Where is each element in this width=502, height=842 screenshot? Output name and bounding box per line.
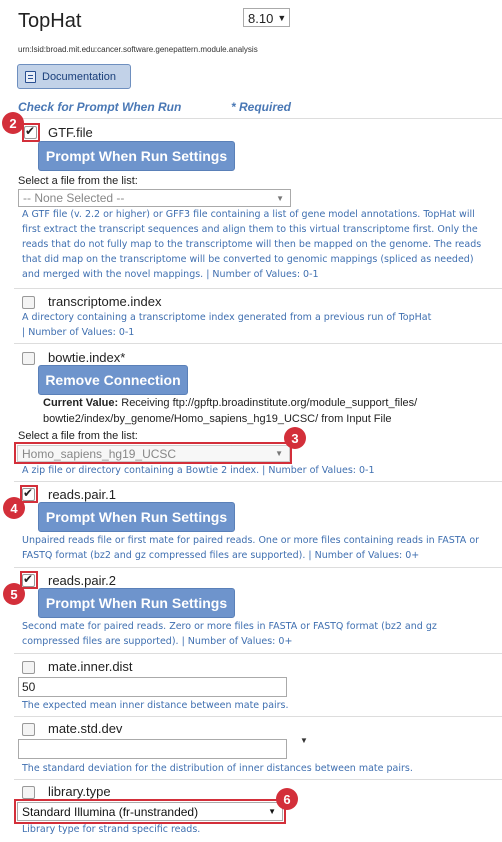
desc-line: that did map on the transcriptome will b… [22, 254, 474, 265]
gtf-description: A GTF file (v. 2.2 or higher) or GFF3 fi… [22, 207, 500, 282]
transcriptome-prompt-checkbox[interactable] [22, 296, 35, 309]
pair1-description: Unpaired reads file or first mate for pa… [22, 533, 500, 563]
pair2-prompt-checkbox[interactable] [22, 572, 35, 587]
bowtie-select-value: Homo_sapiens_hg19_UCSC [22, 446, 177, 461]
current-value-text-2: bowtie2/index/by_genome/Homo_sapiens_hg1… [43, 413, 392, 425]
divider [14, 343, 502, 344]
inner-description: The expected mean inner distance between… [22, 698, 492, 713]
stddev-description: The standard deviation for the distribut… [22, 761, 500, 776]
divider [14, 288, 502, 289]
version-value: 8.10 [248, 10, 274, 26]
callout-badge-5: 5 [3, 583, 25, 605]
stddev-prompt-checkbox[interactable] [22, 723, 35, 736]
desc-line: A GTF file (v. 2.2 or higher) or GFF3 fi… [22, 209, 475, 220]
desc-line: FASTQ format (bz2 and gz compressed file… [22, 550, 420, 561]
transcriptome-description: A directory containing a transcriptome i… [22, 310, 492, 340]
divider [14, 567, 502, 568]
desc-line: compressed files are supported). | Numbe… [22, 636, 293, 647]
bowtie-current-value: Current Value: Receiving ftp://gpftp.bro… [43, 395, 493, 427]
divider [14, 779, 502, 780]
desc-line: and merged with the novel mappings. | Nu… [22, 269, 319, 280]
chevron-down-icon: ▼ [276, 193, 284, 203]
callout-badge-3: 3 [284, 427, 306, 449]
bowtie-select-label: Select a file from the list: [18, 430, 138, 442]
desc-line: Library type for strand specific reads. [22, 824, 201, 835]
inner-param-name: mate.inner.dist [48, 659, 133, 674]
desc-line: A directory containing a transcriptome i… [22, 312, 432, 323]
gtf-prompt-settings-button[interactable]: Prompt When Run Settings [38, 141, 235, 171]
prompt-legend: Check for Prompt When Run [18, 100, 182, 114]
remove-connection-button[interactable]: Remove Connection [38, 365, 188, 395]
bowtie-description: A zip file or directory containing a Bow… [22, 463, 492, 478]
bowtie-prompt-checkbox[interactable] [22, 352, 35, 365]
pair1-prompt-checkbox[interactable] [22, 486, 35, 501]
desc-line: The expected mean inner distance between… [22, 700, 289, 711]
pair2-param-name: reads.pair.2 [48, 573, 116, 588]
pair2-prompt-settings-button[interactable]: Prompt When Run Settings [38, 588, 235, 618]
desc-line: first extract the transcript sequences a… [22, 224, 478, 235]
current-value-text-1: Receiving ftp://gpftp.broadinstitute.org… [118, 397, 418, 409]
transcriptome-param-name: transcriptome.index [48, 294, 162, 309]
gtf-select-value: -- None Selected -- [23, 191, 125, 205]
document-icon [25, 70, 36, 83]
desc-line: Second mate for paired reads. Zero or mo… [22, 621, 437, 632]
mate-std-dev-input[interactable] [18, 739, 287, 759]
callout-badge-4: 4 [3, 497, 25, 519]
gtf-param-name: GTF.file [48, 125, 93, 140]
documentation-button[interactable]: Documentation [17, 64, 131, 89]
documentation-label: Documentation [42, 70, 116, 83]
desc-line: | Number of Values: 0-1 [22, 327, 135, 338]
gtf-file-select[interactable]: -- None Selected -- ▼ [18, 189, 291, 207]
bowtie-param-name: bowtie.index* [48, 350, 126, 365]
chevron-down-icon[interactable]: ▼ [300, 736, 308, 745]
callout-badge-6: 6 [276, 788, 298, 810]
stddev-param-name: mate.std.dev [48, 721, 123, 736]
divider [14, 118, 502, 119]
mate-inner-dist-input[interactable]: 50 [18, 677, 287, 697]
pair2-description: Second mate for paired reads. Zero or mo… [22, 619, 500, 649]
callout-badge-2: 2 [2, 112, 24, 134]
chevron-down-icon: ▼ [275, 449, 283, 458]
gtf-prompt-checkbox[interactable] [24, 124, 37, 139]
version-select[interactable]: 8.10 ▼ [243, 8, 290, 27]
gtf-select-label: Select a file from the list: [18, 175, 138, 187]
divider [14, 716, 502, 717]
divider [14, 481, 502, 482]
module-title: TopHat [18, 10, 82, 32]
libtype-prompt-checkbox[interactable] [22, 786, 35, 799]
chevron-down-icon: ▼ [277, 13, 287, 23]
desc-line: The standard deviation for the distribut… [22, 763, 413, 774]
divider [14, 653, 502, 654]
library-type-select[interactable]: Standard Illumina (fr-unstranded) ▼ [17, 802, 283, 821]
libtype-param-name: library.type [48, 784, 111, 799]
lsid-text: urn:lsid:broad.mit.edu:cancer.software.g… [18, 45, 258, 54]
inner-prompt-checkbox[interactable] [22, 661, 35, 674]
libtype-select-value: Standard Illumina (fr-unstranded) [22, 804, 199, 819]
desc-line: reads that do not fully map to the trans… [22, 239, 482, 250]
chevron-down-icon: ▼ [268, 807, 276, 816]
libtype-description: Library type for strand specific reads. [22, 822, 492, 837]
desc-line: Unpaired reads file or first mate for pa… [22, 535, 480, 546]
pair1-param-name: reads.pair.1 [48, 487, 116, 502]
required-legend: * Required [231, 100, 292, 114]
pair1-prompt-settings-button[interactable]: Prompt When Run Settings [38, 502, 235, 532]
desc-line: A zip file or directory containing a Bow… [22, 465, 375, 476]
current-value-label: Current Value: [43, 397, 119, 409]
bowtie-file-select[interactable]: Homo_sapiens_hg19_UCSC ▼ [17, 445, 290, 462]
